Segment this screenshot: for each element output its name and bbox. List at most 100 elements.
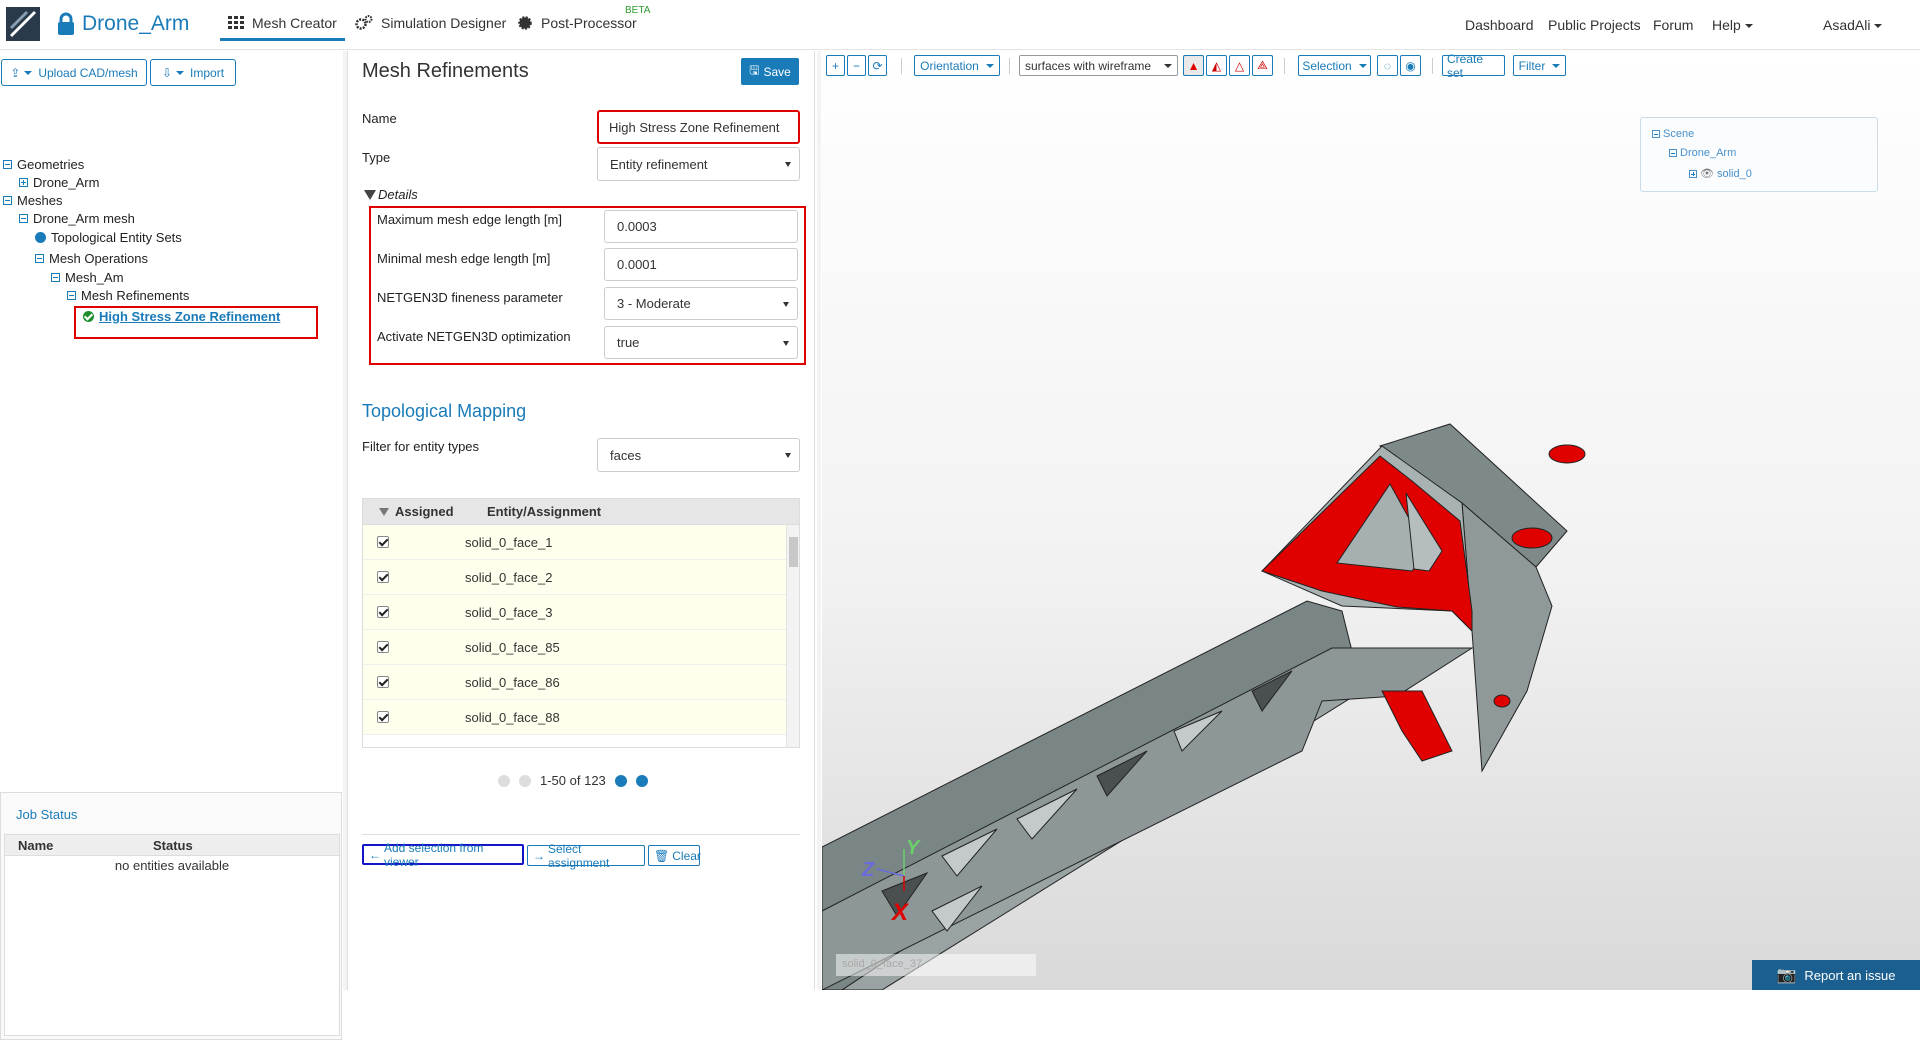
entity-name: solid_0_face_86 (465, 675, 560, 690)
entity-filter-select[interactable]: faces (597, 438, 800, 472)
panel-title: Mesh Refinements (362, 60, 529, 82)
tree-label: Mesh Operations (49, 251, 148, 266)
tree-geometries[interactable]: Geometries (3, 157, 84, 172)
min-edge-label: Minimal mesh edge length [m] (377, 251, 551, 266)
y-axis-label: Y (906, 837, 921, 859)
report-issue-button[interactable]: 📷 Report an issue (1752, 960, 1920, 990)
tree-mesh-drone-arm[interactable]: Drone_Arm mesh (19, 211, 135, 226)
add-selection-button[interactable]: ← Add selection from viewer (362, 841, 524, 869)
max-edge-input[interactable]: 0.0003 (604, 210, 798, 243)
hovered-entity-label: solid_0_face_37 (836, 954, 1036, 976)
next-page-icon[interactable] (614, 774, 627, 787)
table-row[interactable]: solid_0_face_2 (363, 560, 799, 595)
fineness-select[interactable]: 3 - Moderate (604, 287, 798, 320)
nav-help[interactable]: Help (1712, 17, 1753, 33)
entity-name: solid_0_face_88 (465, 710, 560, 725)
clear-button[interactable]: 🗑 Clear (648, 845, 701, 866)
pager-text: 1-50 of 123 (540, 773, 606, 788)
tree-geometry-drone-arm[interactable]: Drone_Arm (19, 175, 99, 190)
sort-icon[interactable] (379, 508, 389, 516)
prev-page-icon[interactable] (519, 774, 531, 787)
assigned-checkbox[interactable] (377, 571, 389, 583)
save-button[interactable]: 🖫 Save (741, 58, 799, 85)
table-row[interactable]: solid_0_face_88 (363, 700, 799, 735)
bolt-hole-2[interactable] (1511, 527, 1553, 549)
nav-dashboard[interactable]: Dashboard (1465, 17, 1534, 33)
assignment-grid: Assigned Entity/Assignment solid_0_face_… (362, 498, 800, 748)
chevron-down-icon (1874, 24, 1883, 29)
optimization-label: Activate NETGEN3D optimization (377, 329, 571, 344)
user-menu[interactable]: AsadAli (1823, 17, 1883, 33)
name-input[interactable]: High Stress Zone Refinement (597, 110, 800, 144)
column-name[interactable]: Name (18, 838, 53, 853)
table-row[interactable]: solid_0_face_1 (363, 525, 799, 560)
type-select[interactable]: Entity refinement (597, 147, 800, 181)
expand-icon[interactable] (19, 178, 28, 187)
table-row[interactable]: solid_0_face_86 (363, 665, 799, 700)
column-entity[interactable]: Entity/Assignment (487, 504, 601, 519)
chevron-down-icon (24, 70, 33, 75)
assigned-checkbox[interactable] (377, 641, 389, 653)
model-render[interactable]: Y Z X (822, 51, 1920, 990)
tree-mesh-operations[interactable]: Mesh Operations (35, 251, 148, 266)
tree-high-stress-zone-refinement[interactable]: High Stress Zone Refinement (83, 309, 280, 324)
collapse-icon[interactable] (67, 291, 76, 300)
scroll-thumb[interactable] (789, 537, 798, 567)
nav-forum[interactable]: Forum (1653, 17, 1693, 33)
project-title[interactable]: Drone_Arm (82, 12, 189, 36)
grid-scrollbar[interactable] (786, 525, 799, 747)
details-toggle[interactable]: Details (364, 187, 418, 202)
tab-simulation-designer[interactable]: Simulation Designer (355, 15, 506, 31)
details-label: Details (378, 187, 418, 202)
entity-name: solid_0_face_2 (465, 570, 553, 585)
select-assignment-button[interactable]: → Select assignment (527, 842, 645, 870)
upload-cad-button[interactable]: ⇪ Upload CAD/mesh (1, 59, 147, 86)
collapse-icon[interactable] (35, 254, 44, 263)
table-row[interactable]: solid_0_face_85 (363, 630, 799, 665)
assigned-checkbox[interactable] (377, 711, 389, 723)
table-header: Name Status (5, 835, 339, 856)
column-status[interactable]: Status (153, 838, 193, 853)
topology-icon (35, 232, 46, 243)
tree-label: Geometries (17, 157, 85, 172)
nav-public-projects[interactable]: Public Projects (1548, 17, 1641, 33)
divider (362, 834, 800, 835)
tab-mesh-creator[interactable]: Mesh Creator (220, 15, 345, 41)
simscale-logo[interactable] (6, 7, 40, 41)
first-page-icon[interactable] (498, 774, 510, 787)
import-button[interactable]: ⇩ Import (150, 59, 236, 86)
collapse-icon[interactable] (51, 273, 60, 282)
grid-pager: 1-50 of 123 (498, 773, 648, 788)
optimization-select[interactable]: true (604, 326, 798, 359)
import-label: Import (190, 65, 225, 80)
x-axis-label: X (890, 899, 910, 926)
tree-mesh-am[interactable]: Mesh_Am (51, 270, 124, 285)
assigned-checkbox[interactable] (377, 606, 389, 618)
collapse-icon[interactable] (3, 196, 12, 205)
column-assigned[interactable]: Assigned (395, 504, 454, 519)
right-splitter[interactable] (817, 51, 821, 990)
tree-topological-entity-sets[interactable]: Topological Entity Sets (35, 230, 182, 245)
assigned-checkbox[interactable] (377, 676, 389, 688)
tree-meshes[interactable]: Meshes (3, 193, 63, 208)
name-label: Name (362, 111, 397, 126)
last-page-icon[interactable] (635, 774, 648, 787)
upload-icon: ⇪ (10, 65, 21, 80)
check-circle-icon (83, 311, 94, 322)
download-icon: ⇩ (161, 65, 173, 80)
refinement-face-2[interactable] (1381, 690, 1453, 762)
min-edge-input[interactable]: 0.0001 (604, 248, 798, 281)
3d-viewer[interactable]: + − ⟳ Orientation surfaces with wirefram… (822, 51, 1920, 990)
tab-label: Simulation Designer (381, 15, 507, 31)
assigned-checkbox[interactable] (377, 536, 389, 548)
table-row[interactable]: solid_0_face_3 (363, 595, 799, 630)
filter-label: Filter for entity types (362, 439, 480, 454)
collapse-icon[interactable] (3, 160, 12, 169)
tab-post-processor[interactable]: Post-Processor (517, 15, 637, 31)
tree-mesh-refinements[interactable]: Mesh Refinements (67, 288, 189, 303)
bolt-hole-3[interactable] (1493, 694, 1511, 708)
bolt-hole-1[interactable] (1548, 444, 1586, 464)
z-axis-label: Z (861, 859, 875, 881)
collapse-icon[interactable] (19, 214, 28, 223)
grid-body: solid_0_face_1 solid_0_face_2 solid_0_face… (363, 525, 799, 735)
